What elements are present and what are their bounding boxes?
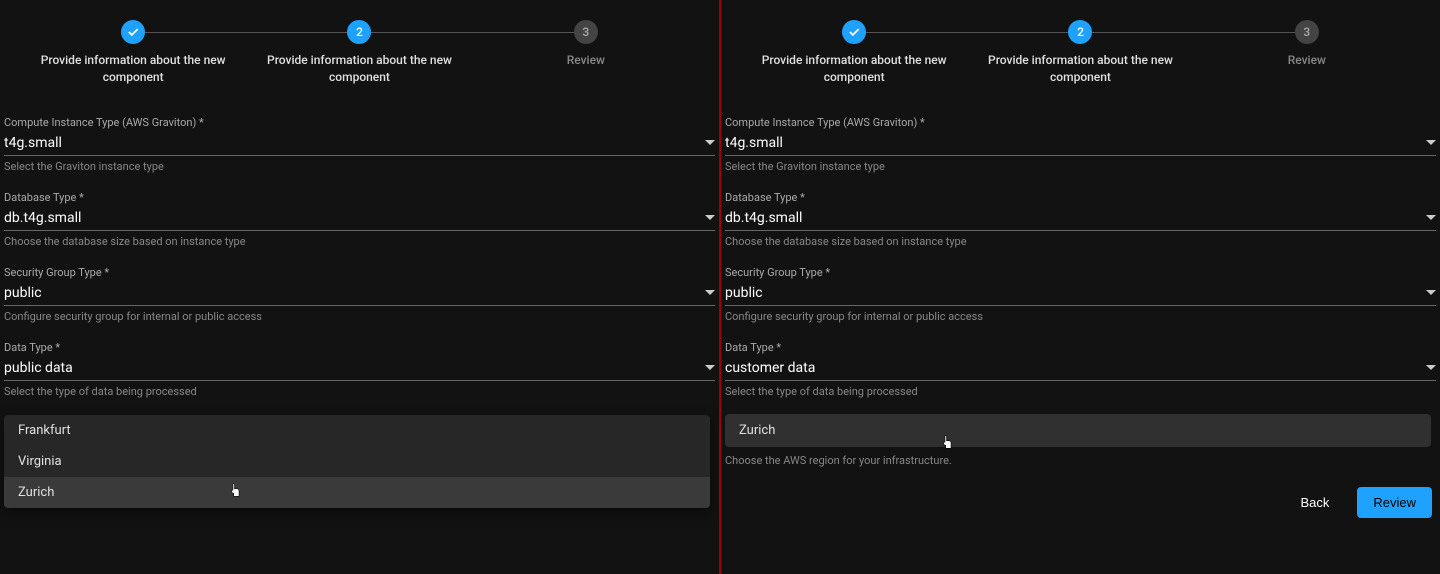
step-2[interactable]: 2 Provide information about the new comp…	[246, 20, 472, 86]
step-1-label: Provide information about the new compon…	[754, 52, 954, 86]
button-row: Back Review	[725, 481, 1436, 518]
datatype-help: Select the type of data being processed	[725, 385, 1436, 398]
step-2-label: Provide information about the new compon…	[259, 52, 459, 86]
security-label: Security Group Type *	[725, 266, 1436, 279]
back-button[interactable]: Back	[1284, 487, 1345, 518]
database-label: Database Type *	[4, 191, 715, 204]
step-2-circle: 2	[1068, 20, 1092, 44]
stepper: Provide information about the new compon…	[0, 0, 719, 96]
security-label: Security Group Type *	[4, 266, 715, 279]
step-3[interactable]: 3 Review	[473, 20, 699, 69]
security-field: Security Group Type * public Configure s…	[725, 266, 1436, 323]
database-help: Choose the database size based on instan…	[4, 235, 715, 248]
datatype-value: public data	[4, 360, 73, 376]
compute-label: Compute Instance Type (AWS Graviton) *	[725, 116, 1436, 129]
compute-field: Compute Instance Type (AWS Graviton) * t…	[725, 116, 1436, 173]
security-value: public	[725, 285, 763, 301]
database-select[interactable]: db.t4g.small	[4, 206, 715, 231]
datatype-value: customer data	[725, 360, 815, 376]
step-1-circle	[842, 20, 866, 44]
database-field: Database Type * db.t4g.small Choose the …	[4, 191, 715, 248]
caret-down-icon	[705, 140, 715, 145]
database-field: Database Type * db.t4g.small Choose the …	[725, 191, 1436, 248]
region-option-frankfurt[interactable]: Frankfurt	[4, 415, 710, 446]
database-value: db.t4g.small	[725, 210, 802, 226]
caret-down-icon	[1426, 290, 1436, 295]
security-value: public	[4, 285, 42, 301]
datatype-label: Data Type *	[4, 341, 715, 354]
step-2-label: Provide information about the new compon…	[980, 52, 1180, 86]
compute-value: t4g.small	[725, 135, 783, 151]
datatype-field: Data Type * customer data Select the typ…	[725, 341, 1436, 398]
left-pane: Provide information about the new compon…	[0, 0, 719, 574]
right-pane: Provide information about the new compon…	[721, 0, 1440, 574]
compute-value: t4g.small	[4, 135, 62, 151]
database-help: Choose the database size based on instan…	[725, 235, 1436, 248]
caret-down-icon	[705, 365, 715, 370]
region-option-zurich[interactable]: Zurich	[4, 477, 710, 508]
step-1-circle	[121, 20, 145, 44]
region-option-zurich[interactable]: Zurich	[725, 414, 1431, 447]
security-select[interactable]: public	[725, 281, 1436, 306]
region-dropdown-popup: Frankfurt Virginia Zurich	[4, 415, 710, 508]
step-1[interactable]: Provide information about the new compon…	[741, 20, 967, 86]
compute-select[interactable]: t4g.small	[4, 131, 715, 156]
datatype-label: Data Type *	[725, 341, 1436, 354]
review-button[interactable]: Review	[1357, 487, 1432, 518]
compute-help: Select the Graviton instance type	[725, 160, 1436, 173]
security-help: Configure security group for internal or…	[4, 310, 715, 323]
step-1[interactable]: Provide information about the new compon…	[20, 20, 246, 86]
compute-select[interactable]: t4g.small	[725, 131, 1436, 156]
datatype-select[interactable]: public data	[4, 356, 715, 381]
database-label: Database Type *	[725, 191, 1436, 204]
region-selected-popup: Zurich	[725, 414, 1431, 447]
region-help: Choose the AWS region for your infrastru…	[725, 454, 1436, 467]
compute-label: Compute Instance Type (AWS Graviton) *	[4, 116, 715, 129]
region-option-virginia[interactable]: Virginia	[4, 446, 710, 477]
caret-down-icon	[705, 215, 715, 220]
database-select[interactable]: db.t4g.small	[725, 206, 1436, 231]
step-2[interactable]: 2 Provide information about the new comp…	[967, 20, 1193, 86]
step-3-circle: 3	[1295, 20, 1319, 44]
caret-down-icon	[1426, 140, 1436, 145]
step-2-circle: 2	[347, 20, 371, 44]
database-value: db.t4g.small	[4, 210, 81, 226]
step-3-label: Review	[567, 52, 605, 69]
compute-field: Compute Instance Type (AWS Graviton) * t…	[4, 116, 715, 173]
form-left: Compute Instance Type (AWS Graviton) * t…	[0, 96, 719, 398]
datatype-field: Data Type * public data Select the type …	[4, 341, 715, 398]
caret-down-icon	[1426, 215, 1436, 220]
step-1-label: Provide information about the new compon…	[33, 52, 233, 86]
step-3-label: Review	[1288, 52, 1326, 69]
caret-down-icon	[705, 290, 715, 295]
datatype-select[interactable]: customer data	[725, 356, 1436, 381]
step-3[interactable]: 3 Review	[1194, 20, 1420, 69]
check-icon	[847, 25, 861, 39]
security-help: Configure security group for internal or…	[725, 310, 1436, 323]
security-field: Security Group Type * public Configure s…	[4, 266, 715, 323]
security-select[interactable]: public	[4, 281, 715, 306]
compute-help: Select the Graviton instance type	[4, 160, 715, 173]
stepper: Provide information about the new compon…	[721, 0, 1440, 96]
caret-down-icon	[1426, 365, 1436, 370]
step-3-circle: 3	[574, 20, 598, 44]
check-icon	[126, 25, 140, 39]
datatype-help: Select the type of data being processed	[4, 385, 715, 398]
form-right: Compute Instance Type (AWS Graviton) * t…	[721, 96, 1440, 518]
